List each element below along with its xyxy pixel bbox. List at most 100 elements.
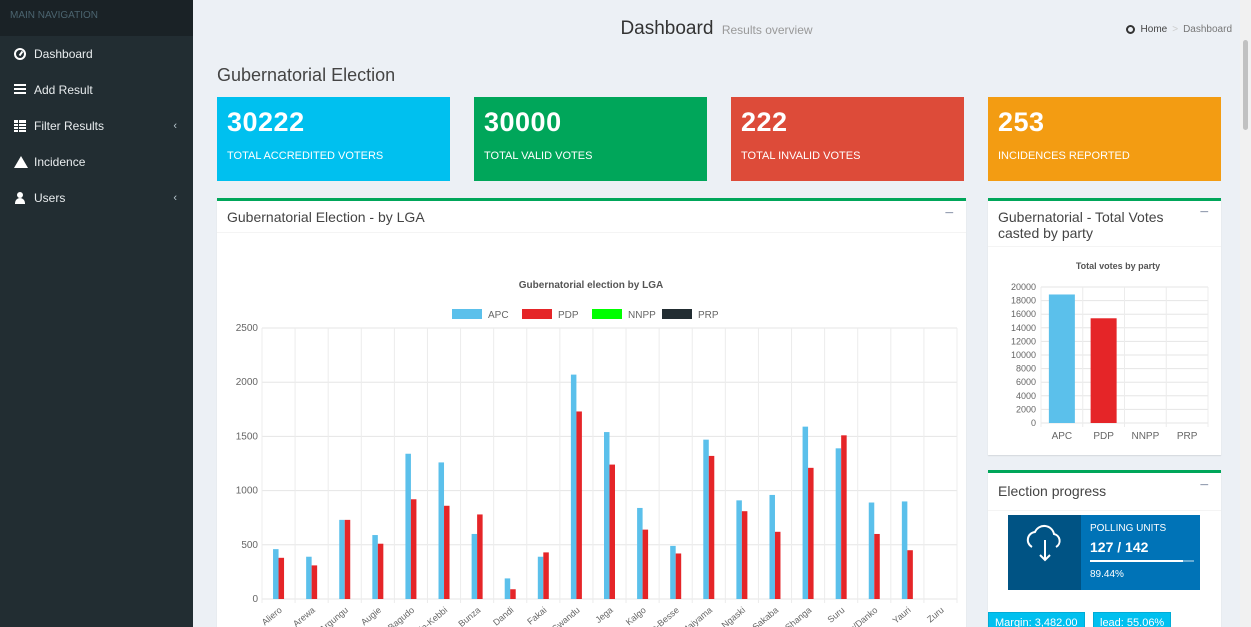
sidebar-header: MAIN NAVIGATION bbox=[0, 0, 193, 36]
bar-pdp bbox=[377, 543, 384, 599]
y-tick-label: 10000 bbox=[1011, 350, 1036, 360]
bar-pdp bbox=[774, 531, 781, 599]
dashboard-icon bbox=[14, 48, 26, 60]
chart-title: Gubernatorial election by LGA bbox=[519, 280, 663, 291]
margin-badge[interactable]: Margin: 3,482.00 bbox=[988, 612, 1085, 627]
bar-apc bbox=[306, 556, 312, 599]
collapse-button[interactable]: − bbox=[1200, 477, 1209, 495]
x-tick-label: Bagudo bbox=[386, 605, 416, 627]
legend-label: NNPP bbox=[628, 310, 656, 321]
y-tick-label: 2500 bbox=[236, 323, 259, 334]
election-progress-box: Election progress − POLLING UNITS 127 / … bbox=[988, 470, 1221, 627]
stat-label: TOTAL INVALID VOTES bbox=[741, 150, 861, 162]
sidebar-item-filter-results[interactable]: Filter Results ‹ bbox=[0, 108, 193, 144]
sidebar-item-label: Dashboard bbox=[34, 47, 93, 61]
stat-box-invalid: 222 TOTAL INVALID VOTES bbox=[731, 97, 964, 181]
sidebar-item-label: Users bbox=[34, 191, 66, 205]
user-icon bbox=[14, 192, 26, 204]
x-tick-label: Augie bbox=[359, 605, 383, 627]
lead-badge[interactable]: lead: 55.06% bbox=[1093, 612, 1172, 627]
x-tick-label: Zuru bbox=[925, 605, 946, 625]
bar-pdp bbox=[907, 550, 913, 599]
sidebar-item-label: Filter Results bbox=[34, 119, 105, 133]
bar-apc bbox=[405, 453, 411, 599]
breadcrumb-home[interactable]: Home bbox=[1141, 24, 1168, 35]
y-tick-label: 4000 bbox=[1016, 391, 1036, 401]
bar-pdp bbox=[741, 511, 748, 599]
bar-pdp bbox=[344, 519, 351, 599]
collapse-button[interactable]: − bbox=[945, 205, 954, 223]
legend-swatch bbox=[522, 309, 552, 319]
bar-pdp bbox=[477, 514, 483, 599]
warning-icon bbox=[14, 156, 28, 168]
sidebar-item-add-result[interactable]: Add Result bbox=[0, 72, 193, 108]
scrollbar-thumb[interactable] bbox=[1243, 40, 1248, 130]
bar-apc bbox=[537, 556, 544, 599]
sidebar-item-users[interactable]: Users ‹ bbox=[0, 180, 193, 216]
x-tick-label: Ngaski bbox=[720, 605, 748, 627]
stat-box-valid: 30000 TOTAL VALID VOTES bbox=[474, 97, 707, 181]
x-tick-label: Sakaba bbox=[750, 605, 780, 627]
bar-apc bbox=[703, 439, 709, 599]
lga-chart-box: Gubernatorial Election - by LGA − Gubern… bbox=[217, 198, 966, 627]
breadcrumb: Home > Dashboard bbox=[1125, 24, 1232, 35]
stat-value: 222 bbox=[741, 107, 788, 137]
bar-apc bbox=[835, 448, 842, 599]
bar-apc bbox=[670, 545, 676, 599]
bar-apc bbox=[339, 519, 345, 599]
legend-swatch bbox=[662, 309, 692, 319]
legend-swatch bbox=[452, 309, 482, 319]
x-tick-label: Arewa bbox=[291, 605, 317, 627]
y-tick-label: 2000 bbox=[1016, 404, 1036, 414]
content-header: Dashboard Results overview Home > Dashbo… bbox=[193, 0, 1240, 58]
bar-pdp bbox=[444, 505, 450, 599]
y-tick-label: 20000 bbox=[1011, 282, 1036, 292]
sidebar-item-incidence[interactable]: Incidence bbox=[0, 144, 193, 180]
table-icon bbox=[14, 120, 26, 132]
bar-pdp bbox=[311, 565, 318, 599]
bar-apc bbox=[637, 507, 643, 599]
cloud-icon-container bbox=[1008, 515, 1081, 590]
sidebar-item-dashboard[interactable]: Dashboard bbox=[0, 36, 193, 72]
y-tick-label: 14000 bbox=[1011, 323, 1036, 333]
bar-apc bbox=[471, 533, 478, 599]
legend-label: PDP bbox=[558, 310, 579, 321]
stat-label: TOTAL ACCREDITED VOTERS bbox=[227, 150, 384, 162]
lga-bar-chart: Gubernatorial election by LGA APC PDP NNPP P… bbox=[236, 280, 958, 627]
chart-title: Total votes by party bbox=[1076, 261, 1160, 271]
y-tick-label: 1500 bbox=[236, 431, 259, 442]
bar-apc bbox=[901, 501, 908, 599]
breadcrumb-separator: > bbox=[1172, 24, 1179, 35]
bar-pdp bbox=[642, 529, 649, 599]
y-tick-label: 16000 bbox=[1011, 309, 1036, 319]
stat-label: TOTAL VALID VOTES bbox=[484, 150, 593, 162]
x-tick-label: Dandi bbox=[491, 605, 515, 627]
box-header: Gubernatorial Election - by LGA − bbox=[217, 201, 966, 233]
bar-pdp bbox=[410, 499, 417, 599]
stat-value: 253 bbox=[998, 107, 1045, 137]
box-header: Election progress − bbox=[988, 473, 1221, 511]
main-content: Dashboard Results overview Home > Dashbo… bbox=[193, 0, 1240, 627]
x-tick-label: NNPP bbox=[1131, 431, 1159, 442]
y-tick-label: 8000 bbox=[1016, 364, 1036, 374]
x-tick-label: Kalgo bbox=[624, 605, 648, 627]
bar-apc bbox=[769, 494, 775, 599]
polling-units-value: 127 / 142 bbox=[1090, 539, 1149, 555]
bar-pdp bbox=[708, 455, 715, 599]
chevron-left-icon: ‹ bbox=[173, 120, 177, 132]
y-tick-label: 0 bbox=[252, 594, 258, 605]
collapse-button[interactable]: − bbox=[1200, 205, 1209, 221]
box-title: Gubernatorial Election - by LGA bbox=[227, 209, 425, 225]
bar-apc bbox=[736, 500, 742, 599]
y-tick-label: 18000 bbox=[1011, 296, 1036, 306]
bar-apc bbox=[438, 462, 445, 599]
legend-swatch bbox=[592, 309, 622, 319]
bar-pdp bbox=[510, 589, 516, 599]
sidebar: MAIN NAVIGATION Dashboard Add Result Fil… bbox=[0, 0, 193, 627]
bar-pdp bbox=[874, 533, 880, 599]
polling-units-panel: POLLING UNITS 127 / 142 89.44% bbox=[1008, 515, 1200, 590]
chevron-left-icon: ‹ bbox=[173, 192, 177, 204]
x-tick-label: Shanga bbox=[783, 605, 813, 627]
page-scrollbar[interactable] bbox=[1240, 0, 1251, 627]
stat-box-accredited: 30222 TOTAL ACCREDITED VOTERS bbox=[217, 97, 450, 181]
